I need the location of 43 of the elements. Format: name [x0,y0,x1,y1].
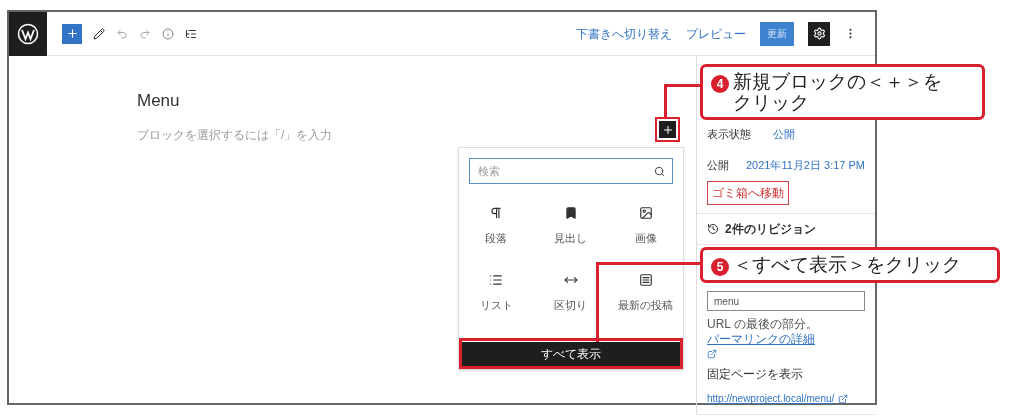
pencil-icon[interactable] [93,27,105,40]
posts-icon [638,272,653,287]
pilcrow-icon [489,206,504,220]
image-icon [638,206,653,220]
add-block-button[interactable] [62,23,82,44]
page-url-link[interactable]: http://newproject.local/menu/ [707,391,835,406]
toolbar-link[interactable]: 下書きへ切り替え [576,24,672,43]
settings-button[interactable] [808,21,830,46]
block-item[interactable]: 見出し [533,206,609,247]
browse-all-button[interactable]: すべて表示 [462,342,680,366]
plus-icon [65,27,79,40]
block-item[interactable]: 画像 [608,206,683,247]
trash-button[interactable]: ゴミ箱へ移動 [707,181,789,205]
view-page-label: 固定ページを表示 [706,366,804,383]
help-text: URL の最後の部分。 [707,317,818,331]
row-label: 公開 [707,157,730,173]
callout-text: 新規ブロックの＜＋＞をクリック [733,71,943,113]
block-item[interactable]: 区切り [533,272,609,313]
page-title[interactable]: Menu [137,88,696,114]
search-field[interactable]: 検索 [469,158,673,184]
block-item[interactable]: リスト [459,272,534,313]
url-slug-field[interactable]: menu [707,291,865,311]
callout-text: ＜すべて表示＞をクリック [733,254,961,275]
plus-icon [661,123,674,136]
block-item[interactable]: 最新の投稿 [608,272,683,313]
toolbar-link[interactable]: プレビュー [686,24,746,43]
list-view-icon[interactable] [185,27,197,40]
revisions-link[interactable]: 2件のリビジョン [725,220,816,238]
history-icon [707,223,719,235]
row-label: 表示状態 [707,127,752,142]
bookmark-icon [564,206,578,220]
search-icon [654,166,665,177]
step-number: 4 [711,75,729,93]
permalink-link[interactable]: パーマリンクの詳細 [707,332,815,346]
step-number: 5 [711,258,729,276]
block-item[interactable]: 段落 [459,206,534,247]
row-value[interactable]: 2021年11月2日 3:17 PM [745,156,865,173]
wordpress-logo-icon[interactable] [9,11,47,56]
row-value[interactable]: 公開 [773,126,795,143]
settings-icon [812,27,826,40]
external-link-icon[interactable] [838,393,849,404]
list-icon [489,272,504,287]
external-link-icon[interactable] [707,349,717,359]
